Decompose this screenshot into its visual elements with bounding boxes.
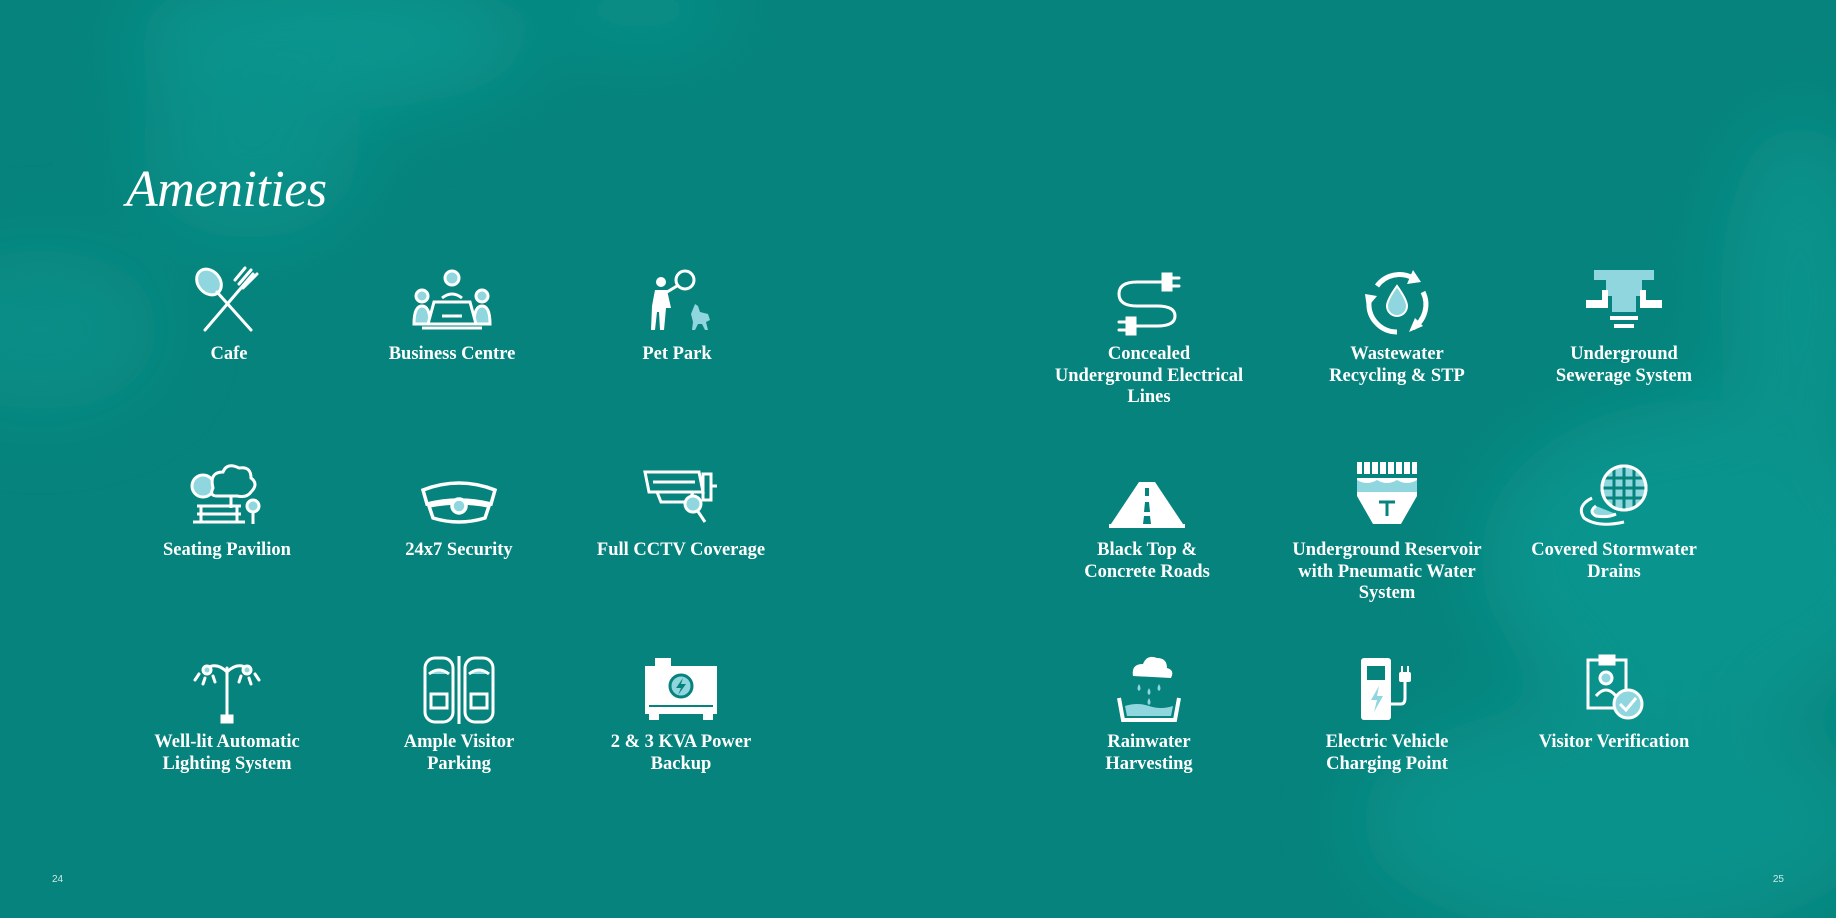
reservoir-tank-icon [1357,462,1417,524]
amenity-full-cctv-coverage: Full CCTV Coverage [581,462,781,562]
drain-cover-icon [1579,464,1648,526]
cable-plug-icon [1117,272,1181,336]
amenity-label: Pet Park [642,344,712,364]
amenity-label: Well-lit Automatic Lighting System [154,732,300,774]
sewer-pipe-icon [1586,270,1662,328]
amenity-pet-park: Pet Park [577,266,777,366]
amenity-ev-charging: Electric Vehicle Charging Point [1287,654,1487,775]
rain-collection-icon [1117,656,1181,722]
amenity-seating-pavilion: Seating Pavilion [127,462,327,562]
bench-tree-icon [190,464,261,524]
id-check-icon [1586,654,1644,720]
amenity-wastewater-recycling: Wastewater Recycling & STP [1297,266,1497,387]
road-icon [1109,482,1185,528]
amenity-power-backup: 2 & 3 KVA Power Backup [581,654,781,775]
ev-charger-icon [1361,658,1411,720]
amenity-label: Underground Reservoir with Pneumatic Wat… [1292,540,1482,603]
amenity-label: Seating Pavilion [163,540,291,560]
amenity-label: Cafe [210,344,248,364]
amenity-label: Electric Vehicle Charging Point [1325,732,1449,774]
spoon-fork-icon [195,266,259,332]
page-number-right: 25 [1772,874,1784,885]
parked-cars-icon [423,656,495,724]
amenity-covered-stormwater-drains: Covered Stormwater Drains [1514,462,1714,583]
amenity-underground-reservoir: Underground Reservoir with Pneumatic Wat… [1287,462,1487,605]
amenity-label: Ample Visitor Parking [403,732,515,774]
amenity-business-centre: Business Centre [352,266,552,366]
amenity-visitor-verification: Visitor Verification [1514,654,1714,754]
meeting-table-icon [412,269,492,330]
amenity-label: Visitor Verification [1538,732,1690,752]
generator-icon [645,658,717,720]
amenity-label: Concealed Underground Electrical Lines [1054,344,1244,407]
security-cap-icon [420,481,498,524]
amenity-24x7-security: 24x7 Security [359,462,559,562]
amenity-label: 24x7 Security [405,540,513,560]
amenity-label: Business Centre [388,344,516,364]
amenity-label: Underground Sewerage System [1555,344,1693,386]
amenity-label: Rainwater Harvesting [1105,732,1193,774]
water-recycle-icon [1365,270,1429,335]
amenity-underground-electrical: Concealed Underground Electrical Lines [1049,266,1249,409]
person-with-dog-icon [651,269,710,330]
amenity-label: Black Top & Concrete Roads [1084,540,1210,582]
amenity-label: Full CCTV Coverage [596,540,766,560]
page-title: Amenities [126,161,327,218]
street-lamp-icon [193,664,261,724]
amenity-label: Wastewater Recycling & STP [1329,344,1465,386]
cctv-camera-icon [643,470,717,523]
amenity-black-top-roads: Black Top & Concrete Roads [1047,462,1247,583]
background-texture [0,0,1836,918]
amenity-underground-sewerage: Underground Sewerage System [1524,266,1724,387]
amenity-visitor-parking: Ample Visitor Parking [359,654,559,775]
page-number-left: 24 [52,874,64,885]
amenity-rainwater-harvesting: Rainwater Harvesting [1049,654,1249,775]
amenity-label: Covered Stormwater Drains [1531,540,1697,582]
amenity-lighting-system: Well-lit Automatic Lighting System [127,654,327,775]
amenity-label: 2 & 3 KVA Power Backup [610,732,752,774]
amenity-cafe: Cafe [129,266,329,366]
